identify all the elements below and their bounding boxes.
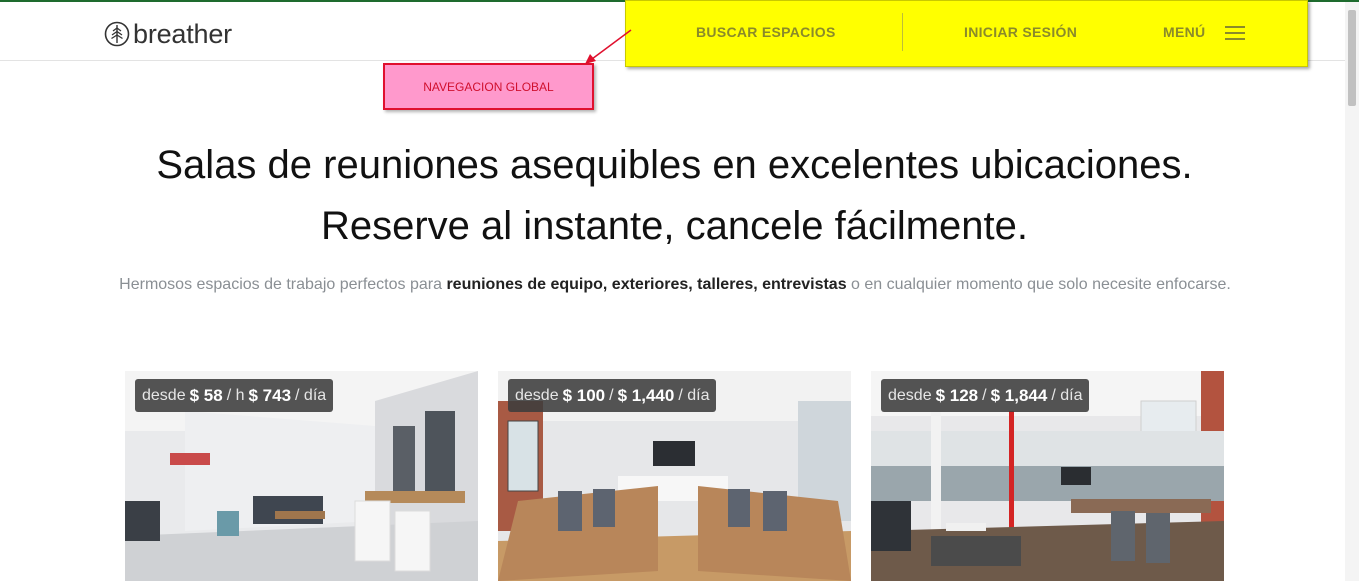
day-unit: / día [678,386,710,404]
annotation-label-box: NAVEGACION GLOBAL [383,63,594,110]
hour-price: $ 58 [189,385,223,405]
price-from-label: desde [515,386,559,404]
nav-divider [902,13,903,51]
hour-unit: / [982,386,987,404]
day-unit: / día [295,386,327,404]
hero-title-line-2: Reserve al instante, cancele fácilmente. [320,204,1029,248]
tree-logo-icon [104,21,130,47]
day-price: $ 743 [248,385,292,405]
login-link[interactable]: INICIAR SESIÓN [964,24,1077,40]
hero-title-line-1: Salas de reuniones asequibles en excelen… [156,143,1193,187]
logo-text: breather [133,19,232,49]
hamburger-menu-icon[interactable] [1225,26,1245,40]
annotation-label: NAVEGACION GLOBAL [423,79,554,94]
subtitle-text-bold: reuniones de equipo, exteriores, tallere… [446,276,847,293]
day-unit: / día [1051,386,1083,404]
subtitle-text-after: o en cualquier momento que solo necesite… [846,276,1231,293]
hour-unit: / h [226,386,245,404]
day-price: $ 1,440 [617,385,675,405]
hero-subtitle: Hermosos espacios de trabajo perfectos p… [115,273,1235,297]
space-card-3[interactable]: desde $ 128 / $ 1,844 / día [871,371,1224,581]
subtitle-text-before: Hermosos espacios de trabajo perfectos p… [119,276,447,293]
day-price: $ 1,844 [990,385,1048,405]
price-tag-3: desde $ 128 / $ 1,844 / día [881,379,1090,412]
price-from-label: desde [888,386,932,404]
hour-unit: / [609,386,614,404]
menu-link[interactable]: MENÚ [1163,24,1205,40]
logo[interactable]: breather [104,19,232,49]
hour-price: $ 128 [935,385,979,405]
scrollbar-thumb[interactable] [1348,10,1356,106]
scrollbar[interactable] [1345,2,1359,581]
price-tag-2: desde $ 100 / $ 1,440 / día [508,379,717,412]
hour-price: $ 100 [562,385,606,405]
hero-title: Salas de reuniones asequibles en excelen… [0,135,1349,257]
space-card-2[interactable]: desde $ 100 / $ 1,440 / día [498,371,851,581]
price-from-label: desde [142,386,186,404]
search-spaces-link[interactable]: BUSCAR ESPACIOS [696,24,836,40]
price-tag-1: desde $ 58 / h $ 743 / día [135,379,334,412]
space-card-1[interactable]: desde $ 58 / h $ 743 / día [125,371,478,581]
